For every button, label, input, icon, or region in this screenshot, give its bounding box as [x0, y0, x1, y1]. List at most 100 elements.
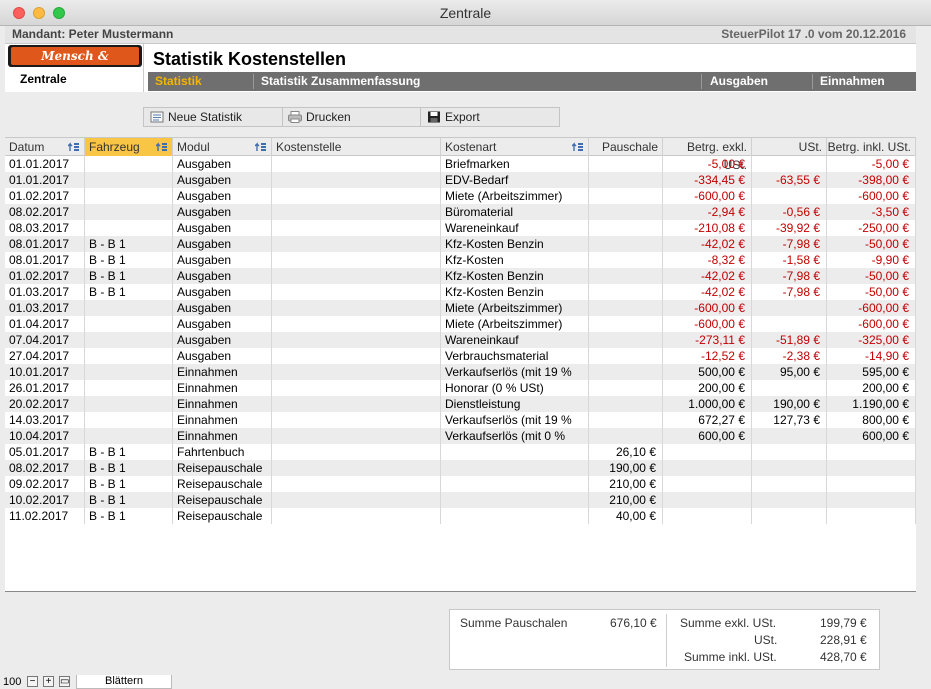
column-header-betrag-exkl[interactable]: Betrg. exkl. USt.	[663, 138, 752, 172]
table-row[interactable]: 01.04.2017 Ausgaben Miete (Arbeitszimmer) -…	[5, 316, 916, 332]
cell-kostenstelle	[272, 412, 441, 428]
cell-pauschale	[589, 412, 663, 428]
cell-fahrzeug	[85, 348, 173, 364]
column-header-betrag-inkl[interactable]: Betrg. inkl. USt.	[827, 138, 916, 156]
drucken-button[interactable]: Drucken	[288, 108, 351, 126]
cell-ust	[752, 156, 827, 172]
cell-kostenstelle	[272, 364, 441, 380]
cell-kostenart: Wareneinkauf	[441, 220, 589, 236]
cell-exkl: 200,00 €	[663, 380, 752, 396]
tab-ausgaben[interactable]: Ausgaben	[710, 72, 768, 91]
cell-ust	[752, 188, 827, 204]
column-header-datum[interactable]: Datum	[5, 138, 85, 156]
summary-panel: Summe Pauschalen 676,10 € Summe exkl. US…	[449, 609, 880, 670]
zoom-out-button[interactable]: −	[27, 676, 38, 687]
table-row[interactable]: 10.04.2017 Einnahmen Verkaufserlös (mit 0 …	[5, 428, 916, 444]
cell-exkl: -5,00 €	[663, 156, 752, 172]
column-header-modul[interactable]: Modul	[173, 138, 272, 156]
cell-kostenart: Miete (Arbeitszimmer)	[441, 188, 589, 204]
cell-inkl: -600,00 €	[827, 316, 916, 332]
cell-datum: 01.03.2017	[5, 284, 85, 300]
cell-fahrzeug	[85, 316, 173, 332]
sort-icon[interactable]	[572, 141, 584, 153]
layout-toggle-icon[interactable]: ▭	[59, 676, 70, 687]
table-row[interactable]: 01.01.2017 Ausgaben Briefmarken -5,00 € -5,0…	[5, 156, 916, 172]
cell-inkl: -325,00 €	[827, 332, 916, 348]
tab-einnahmen[interactable]: Einnahmen	[820, 72, 885, 91]
table-row[interactable]: 08.01.2017 B - B 1 Ausgaben Kfz-Kosten -8,32…	[5, 252, 916, 268]
cell-datum: 10.01.2017	[5, 364, 85, 380]
blaettern-mode-tab[interactable]: Blättern	[76, 675, 172, 689]
neue-statistik-button[interactable]: Neue Statistik	[150, 108, 242, 126]
cell-inkl: 595,00 €	[827, 364, 916, 380]
cell-fahrzeug: B - B 1	[85, 476, 173, 492]
column-header-kostenstelle[interactable]: Kostenstelle	[272, 138, 441, 156]
cell-kostenstelle	[272, 236, 441, 252]
table-row[interactable]: 01.02.2017 B - B 1 Ausgaben Kfz-Kosten Benz…	[5, 268, 916, 284]
cell-fahrzeug: B - B 1	[85, 284, 173, 300]
table-row[interactable]: 01.01.2017 Ausgaben EDV-Bedarf -334,45 € -63…	[5, 172, 916, 188]
table-row[interactable]: 20.02.2017 Einnahmen Dienstleistung 1.000,0…	[5, 396, 916, 412]
cell-kostenart	[441, 508, 589, 524]
table-row[interactable]: 07.04.2017 Ausgaben Wareneinkauf -273,11 € -…	[5, 332, 916, 348]
column-header-kostenart[interactable]: Kostenart	[441, 138, 589, 156]
cell-fahrzeug	[85, 332, 173, 348]
cell-kostenart	[441, 444, 589, 460]
zoom-level: 100	[3, 676, 22, 688]
table-row[interactable]: 09.02.2017 B - B 1 Reisepauschale 210,00 €	[5, 476, 916, 492]
tab-statistik[interactable]: Statistik	[155, 72, 202, 91]
cell-modul: Ausgaben	[173, 252, 272, 268]
zoom-in-button[interactable]: +	[43, 676, 54, 687]
table-row[interactable]: 01.02.2017 Ausgaben Miete (Arbeitszimmer) -…	[5, 188, 916, 204]
summary-divider	[666, 614, 667, 667]
tab-statistik-zusammenfassung[interactable]: Statistik Zusammenfassung	[261, 72, 420, 91]
export-button[interactable]: Export	[427, 108, 480, 126]
column-header-ust[interactable]: USt.	[752, 138, 827, 156]
toolbar-separator	[420, 108, 421, 126]
cell-inkl: -250,00 €	[827, 220, 916, 236]
table-row[interactable]: 08.01.2017 B - B 1 Ausgaben Kfz-Kosten Benz…	[5, 236, 916, 252]
table-row[interactable]: 01.03.2017 B - B 1 Ausgaben Kfz-Kosten Benz…	[5, 284, 916, 300]
column-header-fahrzeug[interactable]: Fahrzeug	[85, 138, 173, 156]
table-row[interactable]: 10.02.2017 B - B 1 Reisepauschale 210,00 €	[5, 492, 916, 508]
cell-fahrzeug	[85, 204, 173, 220]
table-row[interactable]: 08.02.2017 B - B 1 Reisepauschale 190,00 €	[5, 460, 916, 476]
table-row[interactable]: 08.02.2017 Ausgaben Büromaterial -2,94 € -0,…	[5, 204, 916, 220]
company-logo: Mensch & Software	[8, 45, 142, 67]
cell-exkl	[663, 508, 752, 524]
table-row[interactable]: 27.04.2017 Ausgaben Verbrauchsmaterial -12,…	[5, 348, 916, 364]
table-row[interactable]: 11.02.2017 B - B 1 Reisepauschale 40,00 €	[5, 508, 916, 524]
sort-icon[interactable]	[68, 141, 80, 153]
cell-modul: Ausgaben	[173, 188, 272, 204]
cell-ust: -2,38 €	[752, 348, 827, 364]
cell-datum: 11.02.2017	[5, 508, 85, 524]
statistik-table: Datum Fahrzeug Modul Kostenstelle Kosten…	[5, 137, 916, 592]
cell-fahrzeug	[85, 172, 173, 188]
summe-inkl-label: Summe inkl. USt.	[684, 650, 777, 664]
printer-icon	[288, 111, 302, 123]
column-header-pauschale[interactable]: Pauschale	[589, 138, 663, 156]
table-row[interactable]: 26.01.2017 Einnahmen Honorar (0 % USt) 200,…	[5, 380, 916, 396]
table-row[interactable]: 08.03.2017 Ausgaben Wareneinkauf -210,08 € -…	[5, 220, 916, 236]
table-row[interactable]: 14.03.2017 Einnahmen Verkaufserlös (mit 19…	[5, 412, 916, 428]
sort-icon[interactable]	[255, 141, 267, 153]
cell-pauschale	[589, 428, 663, 444]
cell-kostenstelle	[272, 508, 441, 524]
table-row[interactable]: 05.01.2017 B - B 1 Fahrtenbuch 26,10 €	[5, 444, 916, 460]
sort-icon[interactable]	[156, 141, 168, 153]
floppy-disk-icon	[428, 111, 440, 123]
cell-ust	[752, 300, 827, 316]
cell-kostenart: Miete (Arbeitszimmer)	[441, 316, 589, 332]
table-row[interactable]: 10.01.2017 Einnahmen Verkaufserlös (mit 19…	[5, 364, 916, 380]
table-row[interactable]: 01.03.2017 Ausgaben Miete (Arbeitszimmer) -…	[5, 300, 916, 316]
cell-datum: 14.03.2017	[5, 412, 85, 428]
cell-fahrzeug	[85, 412, 173, 428]
nav-zentrale[interactable]: Zentrale	[20, 72, 67, 86]
cell-kostenstelle	[272, 460, 441, 476]
cell-inkl: 600,00 €	[827, 428, 916, 444]
cell-fahrzeug	[85, 188, 173, 204]
cell-modul: Reisepauschale	[173, 508, 272, 524]
cell-ust: -7,98 €	[752, 236, 827, 252]
cell-exkl: -2,94 €	[663, 204, 752, 220]
cell-datum: 08.02.2017	[5, 460, 85, 476]
